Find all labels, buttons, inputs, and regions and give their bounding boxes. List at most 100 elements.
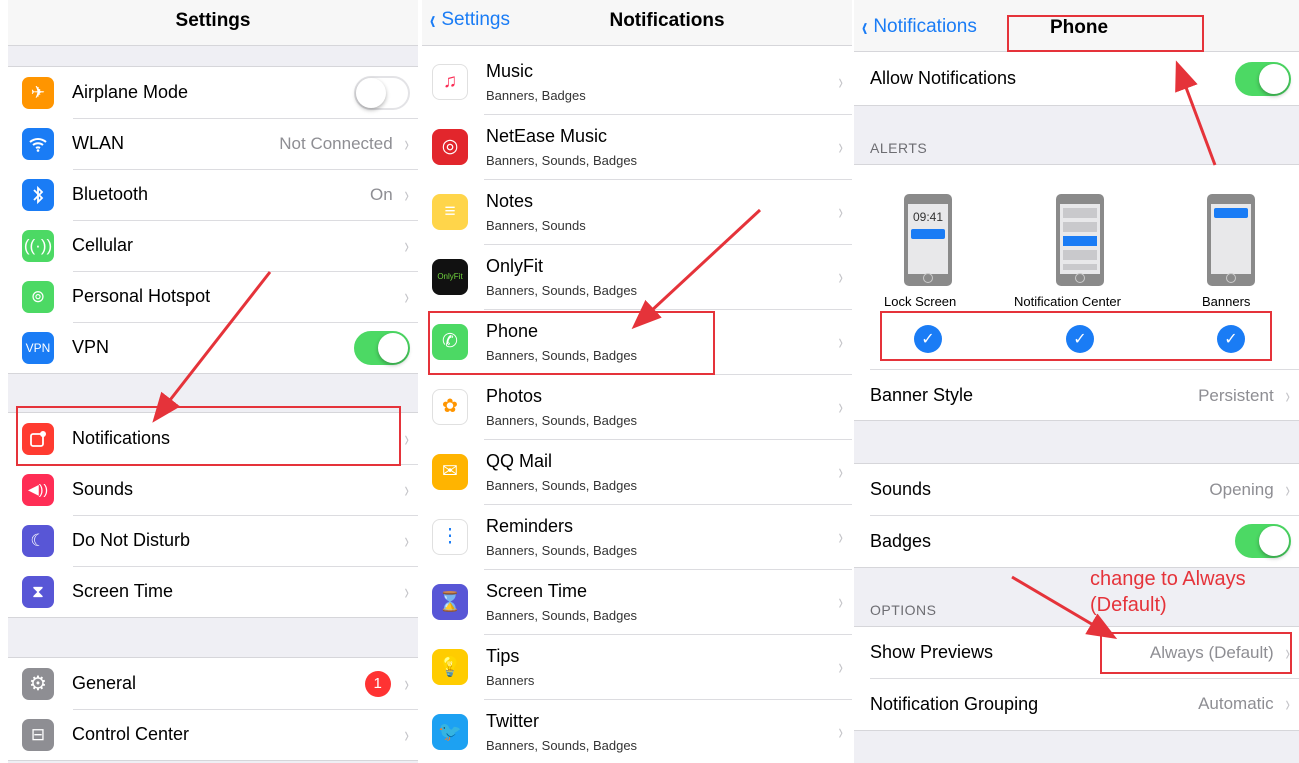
vpn-toggle[interactable] xyxy=(354,330,410,365)
app-row-reminders[interactable]: ⋮ Reminders Banners, Sounds, Badges › xyxy=(422,504,852,569)
chevron-right-icon: › xyxy=(838,393,843,419)
cellular-icon: ((·)) xyxy=(22,229,54,262)
row-label: Screen Time xyxy=(72,581,174,601)
settings-row-vpn[interactable]: VPN VPN xyxy=(8,322,418,373)
settings-row-control-center[interactable]: ⊟ Control Center › xyxy=(8,709,418,760)
row-label: Control Center xyxy=(72,724,190,744)
app-name: QQ Mail xyxy=(486,450,553,471)
app-row-onlyfit[interactable]: OnlyFit OnlyFit Banners, Sounds, Badges › xyxy=(422,244,852,309)
badges-row[interactable]: Badges xyxy=(854,515,1299,567)
hourglass-icon: ⌛ xyxy=(432,583,468,620)
chevron-right-icon: › xyxy=(404,283,409,309)
back-button[interactable]: ‹ Notifications xyxy=(860,11,977,42)
settings-row-general[interactable]: ⚙ General 1 › xyxy=(8,658,418,709)
page-title: Settings xyxy=(175,10,251,31)
music-icon: ♫ xyxy=(432,63,468,100)
app-row-netease-music[interactable]: ◎ NetEase Music Banners, Sounds, Badges › xyxy=(422,114,852,179)
allow-notifications-toggle[interactable] xyxy=(1235,61,1291,96)
banners-label: Banners xyxy=(1202,294,1251,309)
app-row-notes[interactable]: ≡ Notes Banners, Sounds › xyxy=(422,179,852,244)
airplane-mode-toggle[interactable] xyxy=(354,75,410,110)
chevron-right-icon: › xyxy=(838,263,843,289)
app-text: Notes Banners, Sounds xyxy=(486,191,837,233)
qq-mail-icon: ✉ xyxy=(432,453,468,490)
app-text: Reminders Banners, Sounds, Badges xyxy=(486,516,837,558)
app-alert-summary: Banners, Sounds, Badges xyxy=(486,607,638,623)
chevron-right-icon: › xyxy=(1285,382,1290,408)
reminders-icon: ⋮ xyxy=(432,518,468,555)
settings-row-personal-hotspot[interactable]: ⊚ Personal Hotspot › xyxy=(8,271,418,322)
app-alert-summary: Banners, Sounds, Badges xyxy=(486,477,638,493)
row-label: Badges xyxy=(870,530,932,551)
chevron-right-icon: › xyxy=(1285,476,1290,502)
hotspot-icon: ⊚ xyxy=(22,280,54,313)
netease-music-icon: ◎ xyxy=(432,128,468,165)
settings-row-wlan[interactable]: WLAN Not Connected › xyxy=(8,118,418,169)
banners-preview xyxy=(1207,194,1255,286)
settings-group-connectivity: ✈ Airplane Mode WLAN Not Connected › Blu… xyxy=(8,66,418,374)
chevron-right-icon: › xyxy=(404,181,409,207)
grouping-value: Automatic xyxy=(1198,694,1274,713)
phone-notifications-panel: ‹ Notifications Phone Allow Notification… xyxy=(854,0,1299,763)
row-label: General xyxy=(72,673,137,693)
notification-grouping-row[interactable]: Notification Grouping Automatic › xyxy=(854,678,1299,730)
chevron-right-icon: › xyxy=(404,476,409,502)
tips-icon: 💡 xyxy=(432,648,468,685)
settings-row-airplane-mode[interactable]: ✈ Airplane Mode xyxy=(8,67,418,118)
options-header: OPTIONS xyxy=(870,602,937,618)
row-label: Sounds xyxy=(72,479,134,499)
app-alert-summary: Banners, Badges xyxy=(486,87,586,103)
banner-style-row[interactable]: Banner Style Persistent › xyxy=(854,370,1299,421)
app-row-qq-mail[interactable]: ✉ QQ Mail Banners, Sounds, Badges › xyxy=(422,439,852,504)
row-label: VPN xyxy=(72,337,110,357)
row-label: Sounds xyxy=(870,479,932,499)
settings-row-screen-time[interactable]: ⧗ Screen Time › xyxy=(8,566,418,617)
sounds-value: Opening xyxy=(1209,479,1274,499)
app-text: Screen Time Banners, Sounds, Badges xyxy=(486,581,837,623)
row-label: Do Not Disturb xyxy=(72,530,191,550)
app-alert-summary: Banners, Sounds, Badges xyxy=(486,737,638,753)
row-label: Allow Notifications xyxy=(870,68,1017,88)
row-label: Bluetooth xyxy=(72,184,149,204)
bluetooth-status: On xyxy=(369,184,393,204)
app-row-twitter[interactable]: 🐦 Twitter Banners, Sounds, Badges › xyxy=(422,699,852,763)
onlyfit-icon: OnlyFit xyxy=(432,258,468,295)
chevron-right-icon: › xyxy=(404,232,409,258)
update-badge: 1 xyxy=(364,670,391,697)
settings-group-general: ⚙ General 1 › ⊟ Control Center › xyxy=(8,657,418,761)
highlight-phone xyxy=(428,311,715,375)
app-alert-summary: Banners xyxy=(486,672,535,688)
row-label: WLAN xyxy=(72,133,125,153)
settings-row-do-not-disturb[interactable]: ☾ Do Not Disturb › xyxy=(8,515,418,566)
app-name: Music xyxy=(486,60,534,81)
allow-notifications-row[interactable]: Allow Notifications xyxy=(854,52,1299,105)
row-label: Banner Style xyxy=(870,385,974,405)
app-text: Tips Banners xyxy=(486,646,837,688)
app-row-photos[interactable]: ✿ Photos Banners, Sounds, Badges › xyxy=(422,374,852,439)
settings-row-bluetooth[interactable]: Bluetooth On › xyxy=(8,169,418,220)
badges-toggle[interactable] xyxy=(1235,524,1291,558)
lock-screen-preview: 09:41 xyxy=(904,194,952,286)
settings-row-sounds[interactable]: ◀)) Sounds › xyxy=(8,464,418,515)
chevron-right-icon: › xyxy=(838,588,843,614)
app-name: Screen Time xyxy=(486,580,588,601)
airplane-icon: ✈ xyxy=(22,76,54,109)
app-row-music[interactable]: ♫ Music Banners, Badges › xyxy=(422,49,852,114)
app-text: NetEase Music Banners, Sounds, Badges xyxy=(486,126,837,168)
notification-center-preview xyxy=(1056,194,1104,286)
settings-navbar: Settings xyxy=(8,0,418,46)
highlight-show-previews xyxy=(1100,632,1292,674)
chevron-left-icon: ‹ xyxy=(861,11,868,42)
app-row-tips[interactable]: 💡 Tips Banners › xyxy=(422,634,852,699)
sounds-row[interactable]: Sounds Opening › xyxy=(854,464,1299,515)
wifi-icon xyxy=(22,127,54,160)
highlight-alert-styles xyxy=(880,311,1272,361)
app-name: Twitter xyxy=(486,710,540,731)
chevron-right-icon: › xyxy=(404,670,409,696)
twitter-icon: 🐦 xyxy=(432,713,468,750)
settings-row-cellular[interactable]: ((·)) Cellular › xyxy=(8,220,418,271)
app-text: Photos Banners, Sounds, Badges xyxy=(486,386,837,428)
lock-time: 09:41 xyxy=(912,210,944,224)
app-row-screen-time[interactable]: ⌛ Screen Time Banners, Sounds, Badges › xyxy=(422,569,852,634)
app-alert-summary: Banners, Sounds, Badges xyxy=(486,282,638,298)
